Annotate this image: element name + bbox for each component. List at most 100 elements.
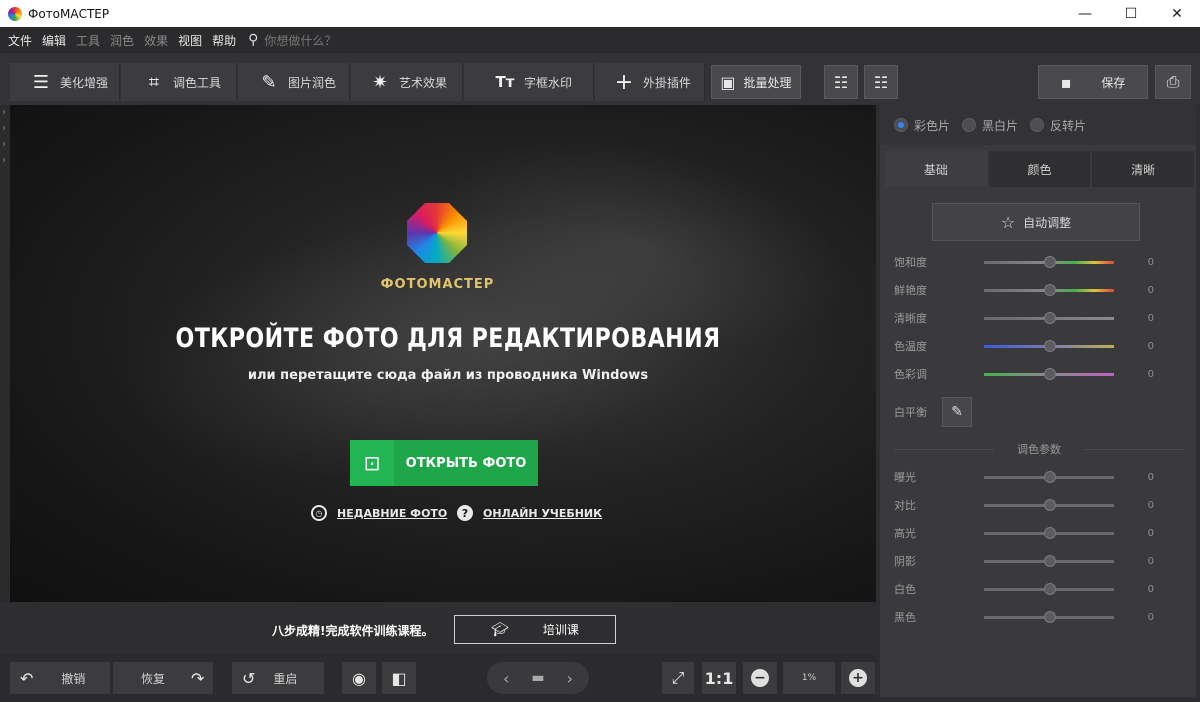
auto-adjust-button[interactable]: ☆ 自动调整: [932, 203, 1140, 241]
recent-photos-link[interactable]: ◷ НЕДАВНИЕ ФОТО: [311, 505, 447, 521]
left-collapse-strip[interactable]: › › › ›: [0, 105, 10, 602]
minus-icon: −: [751, 669, 769, 687]
slider-track[interactable]: [984, 283, 1114, 296]
tab-color-tools[interactable]: ⌗ 调色工具: [121, 63, 237, 101]
tab-color[interactable]: 颜色: [988, 151, 1091, 187]
preview-button[interactable]: ◉: [342, 662, 376, 694]
slider-track[interactable]: [984, 255, 1114, 268]
slider-track[interactable]: [984, 498, 1114, 511]
compare-button[interactable]: ◧: [382, 662, 416, 694]
mode-negative[interactable]: 反转片: [1030, 117, 1086, 134]
slider-track[interactable]: [984, 526, 1114, 539]
slider-handle[interactable]: [1044, 498, 1056, 511]
menu-edit[interactable]: 编辑: [42, 32, 66, 49]
print-button[interactable]: ⎙: [1155, 65, 1191, 99]
slider-handle[interactable]: [1044, 582, 1056, 595]
online-tutorial-label: ОНЛАЙН УЧЕБНИК: [483, 506, 603, 520]
folder-icon[interactable]: ▬: [531, 670, 544, 686]
slider-track[interactable]: [984, 367, 1114, 380]
slider-handle[interactable]: [1044, 283, 1056, 296]
menu-tools[interactable]: 工具: [76, 32, 100, 49]
slider-handle[interactable]: [1044, 554, 1056, 567]
slider-label: 曝光: [894, 471, 916, 484]
redo-button[interactable]: 恢复 ↷: [113, 662, 213, 694]
slider-handle[interactable]: [1044, 470, 1056, 483]
magic-wand-icon: ✷: [372, 71, 388, 93]
mode-label: 反转片: [1050, 118, 1087, 133]
mode-color[interactable]: 彩色片: [894, 117, 950, 134]
slider-label: 鲜艳度: [894, 284, 927, 297]
eyedropper-button[interactable]: ✎: [942, 397, 972, 427]
menu-search[interactable]: ⚲ 你想做什么？: [248, 32, 336, 49]
slider-row: 黑色 0: [894, 607, 1184, 627]
maximize-button[interactable]: ☐: [1108, 0, 1154, 27]
canvas-subline: или перетащите сюда файл из проводника W…: [247, 368, 649, 383]
slider-track[interactable]: [984, 610, 1114, 623]
tab-retouch[interactable]: ✎ 图片润色: [238, 63, 350, 101]
online-tutorial-link[interactable]: ? ОНЛАЙН УЧЕБНИК: [457, 505, 602, 521]
tab-text-watermark[interactable]: Tт 字框水印: [464, 63, 594, 101]
menu-effects[interactable]: 效果: [144, 32, 168, 49]
radio-dot: [894, 118, 908, 132]
training-course-button[interactable]: 🎓︎ 培训课: [454, 615, 616, 644]
photo-canvas[interactable]: ФОТОМАСТЕР ОТКРОЙТЕ ФОТО ДЛЯ РЕДАКТИРОВА…: [10, 105, 876, 602]
slider-row: 阴影 0: [894, 551, 1184, 571]
add-preset-button[interactable]: ☷: [824, 65, 858, 99]
slider-handle[interactable]: [1044, 367, 1056, 380]
reset-button[interactable]: ↺ 重启: [232, 662, 324, 694]
slider-track[interactable]: [984, 470, 1114, 483]
auto-adjust-label: 自动调整: [1023, 215, 1072, 230]
slider-handle[interactable]: [1044, 526, 1056, 539]
actual-size-button[interactable]: 1:1: [702, 662, 736, 694]
menu-retouch[interactable]: 润色: [110, 32, 134, 49]
slider-label: 色彩调: [894, 368, 927, 381]
window-controls: — ☐ ✕: [1062, 0, 1200, 27]
menu-help[interactable]: 帮助: [212, 32, 236, 49]
open-photo-button[interactable]: ⊡ ОТКРЫТЬ ФОТО: [350, 440, 538, 486]
chevron-left-icon[interactable]: ‹: [503, 669, 509, 688]
close-button[interactable]: ✕: [1154, 0, 1200, 27]
menu-view[interactable]: 视图: [178, 32, 202, 49]
tab-art-effects[interactable]: ✷ 艺术效果: [351, 63, 463, 101]
image-stack-icon: ▣: [720, 72, 736, 92]
slider-label: 白色: [894, 583, 916, 596]
expand-icon: ⤢: [671, 668, 685, 687]
divider: [1084, 449, 1184, 450]
menu-file[interactable]: 文件: [8, 32, 32, 49]
tab-label: 美化增强: [60, 75, 109, 90]
slider-handle[interactable]: [1044, 311, 1056, 324]
chevron-right-icon[interactable]: ›: [567, 669, 573, 688]
fit-screen-button[interactable]: ⤢: [662, 662, 694, 694]
slider-handle[interactable]: [1044, 255, 1056, 268]
tab-sharpness[interactable]: 清晰: [1092, 151, 1195, 187]
slider-track[interactable]: [984, 582, 1114, 595]
compare-icon: ◧: [391, 668, 407, 688]
tab-enhance[interactable]: ☰ 美化增强: [10, 63, 120, 101]
open-photo-label: ОТКРЫТЬ ФОТО: [405, 455, 527, 471]
mode-black-white[interactable]: 黑白片: [962, 117, 1018, 134]
tab-plugins[interactable]: + 外掛插件: [595, 63, 705, 101]
slider-handle[interactable]: [1044, 610, 1056, 623]
search-placeholder: 你想做什么？: [264, 33, 337, 48]
slider-track[interactable]: [984, 554, 1114, 567]
zoom-level[interactable]: 1%: [783, 662, 835, 694]
slider-track[interactable]: [984, 339, 1114, 352]
slider-label: 色温度: [894, 340, 927, 353]
undo-button[interactable]: ↶ 撤销: [10, 662, 110, 694]
save-button[interactable]: ▪ 保存: [1038, 65, 1148, 99]
slider-handle[interactable]: [1044, 339, 1056, 352]
undo-label: 撤销: [61, 671, 86, 686]
file-navigator: ‹ ▬ ›: [487, 662, 589, 694]
minimize-button[interactable]: —: [1062, 0, 1108, 27]
tab-basic[interactable]: 基础: [885, 151, 987, 187]
slider-track[interactable]: [984, 311, 1114, 324]
slider-label: 阴影: [894, 555, 916, 568]
zoom-in-button[interactable]: +: [841, 662, 875, 694]
slider-value: 0: [1147, 555, 1154, 567]
slider-row: 鲜艳度 0: [894, 280, 1184, 300]
zoom-out-button[interactable]: −: [743, 662, 777, 694]
load-preset-button[interactable]: ☷: [864, 65, 898, 99]
undo-icon: ↶: [20, 668, 34, 688]
batch-process-button[interactable]: ▣ 批量处理: [711, 65, 801, 99]
preset-download-icon: ☷: [873, 72, 889, 92]
